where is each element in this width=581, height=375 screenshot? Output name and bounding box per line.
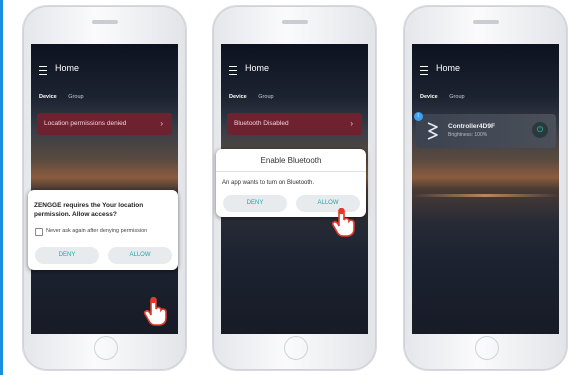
device-brightness: Brightness: 100% <box>448 132 488 138</box>
dialog-divider <box>216 171 366 172</box>
menu-icon[interactable] <box>229 66 237 75</box>
app-bar: Home <box>412 44 559 100</box>
phone-mockup-3: Home Device Group ᛒ Controller4D9F Brigh… <box>404 6 567 370</box>
led-strip-icon <box>427 122 438 140</box>
banner-label: Bluetooth Disabled <box>234 120 289 127</box>
tab-group[interactable]: Group <box>449 94 464 100</box>
speaker-notch <box>281 20 308 24</box>
speaker-notch <box>472 20 499 24</box>
device-card[interactable]: ᛒ Controller4D9F Brightness: 100% ⏻ <box>414 112 556 148</box>
enable-bluetooth-dialog: Enable Bluetooth An app wants to turn on… <box>216 149 366 217</box>
permission-banner[interactable]: Location permissions denied › <box>37 113 172 135</box>
never-ask-checkbox[interactable] <box>35 228 43 236</box>
tab-bar: Device Group <box>229 94 284 100</box>
chevron-right-icon: › <box>350 119 353 128</box>
home-button <box>93 336 118 360</box>
tab-group[interactable]: Group <box>68 94 83 100</box>
tab-bar: Device Group <box>39 94 94 100</box>
home-button <box>474 336 499 360</box>
tab-bar: Device Group <box>420 94 475 100</box>
menu-icon[interactable] <box>420 66 428 75</box>
tab-device[interactable]: Device <box>39 94 57 100</box>
page-title: Home <box>245 63 270 73</box>
tap-hand-icon <box>143 297 167 326</box>
edge-accent-bar <box>0 0 3 375</box>
dialog-message: An app wants to turn on Bluetooth. <box>222 180 315 186</box>
phone-mockup-1: Home Device Group Location permissions d… <box>23 6 186 370</box>
tab-device[interactable]: Device <box>229 94 247 100</box>
dialog-message: ZENGGE requires the Your location permis… <box>34 202 144 218</box>
chevron-right-icon: › <box>160 119 163 128</box>
banner-label: Location permissions denied <box>44 120 127 127</box>
allow-button[interactable]: ALLOW <box>108 247 172 264</box>
never-ask-label: Never ask again after denying permission <box>46 228 148 234</box>
bluetooth-banner[interactable]: Bluetooth Disabled › <box>227 113 362 135</box>
horizon-glow <box>412 194 559 197</box>
speaker-notch <box>91 20 118 24</box>
screen-1: Home Device Group Location permissions d… <box>31 44 178 334</box>
deny-button[interactable]: DENY <box>223 195 287 212</box>
device-name: Controller4D9F <box>448 123 495 130</box>
tab-group[interactable]: Group <box>258 94 273 100</box>
screen-3: Home Device Group ᛒ Controller4D9F Brigh… <box>412 44 559 334</box>
tap-hand-icon <box>331 208 355 237</box>
bluetooth-icon: ᛒ <box>414 112 423 121</box>
menu-icon[interactable] <box>39 66 47 75</box>
app-bar: Home <box>31 44 178 100</box>
home-button <box>283 336 308 360</box>
app-bar: Home <box>221 44 368 100</box>
phone-mockup-2: Home Device Group Bluetooth Disabled › E… <box>213 6 376 370</box>
tab-device[interactable]: Device <box>420 94 438 100</box>
page-title: Home <box>436 63 461 73</box>
location-permission-dialog: ZENGGE requires the Your location permis… <box>28 190 178 270</box>
dialog-title: Enable Bluetooth <box>260 156 322 165</box>
page-title: Home <box>55 63 80 73</box>
power-icon[interactable]: ⏻ <box>532 122 548 138</box>
deny-button[interactable]: DENY <box>35 247 99 264</box>
